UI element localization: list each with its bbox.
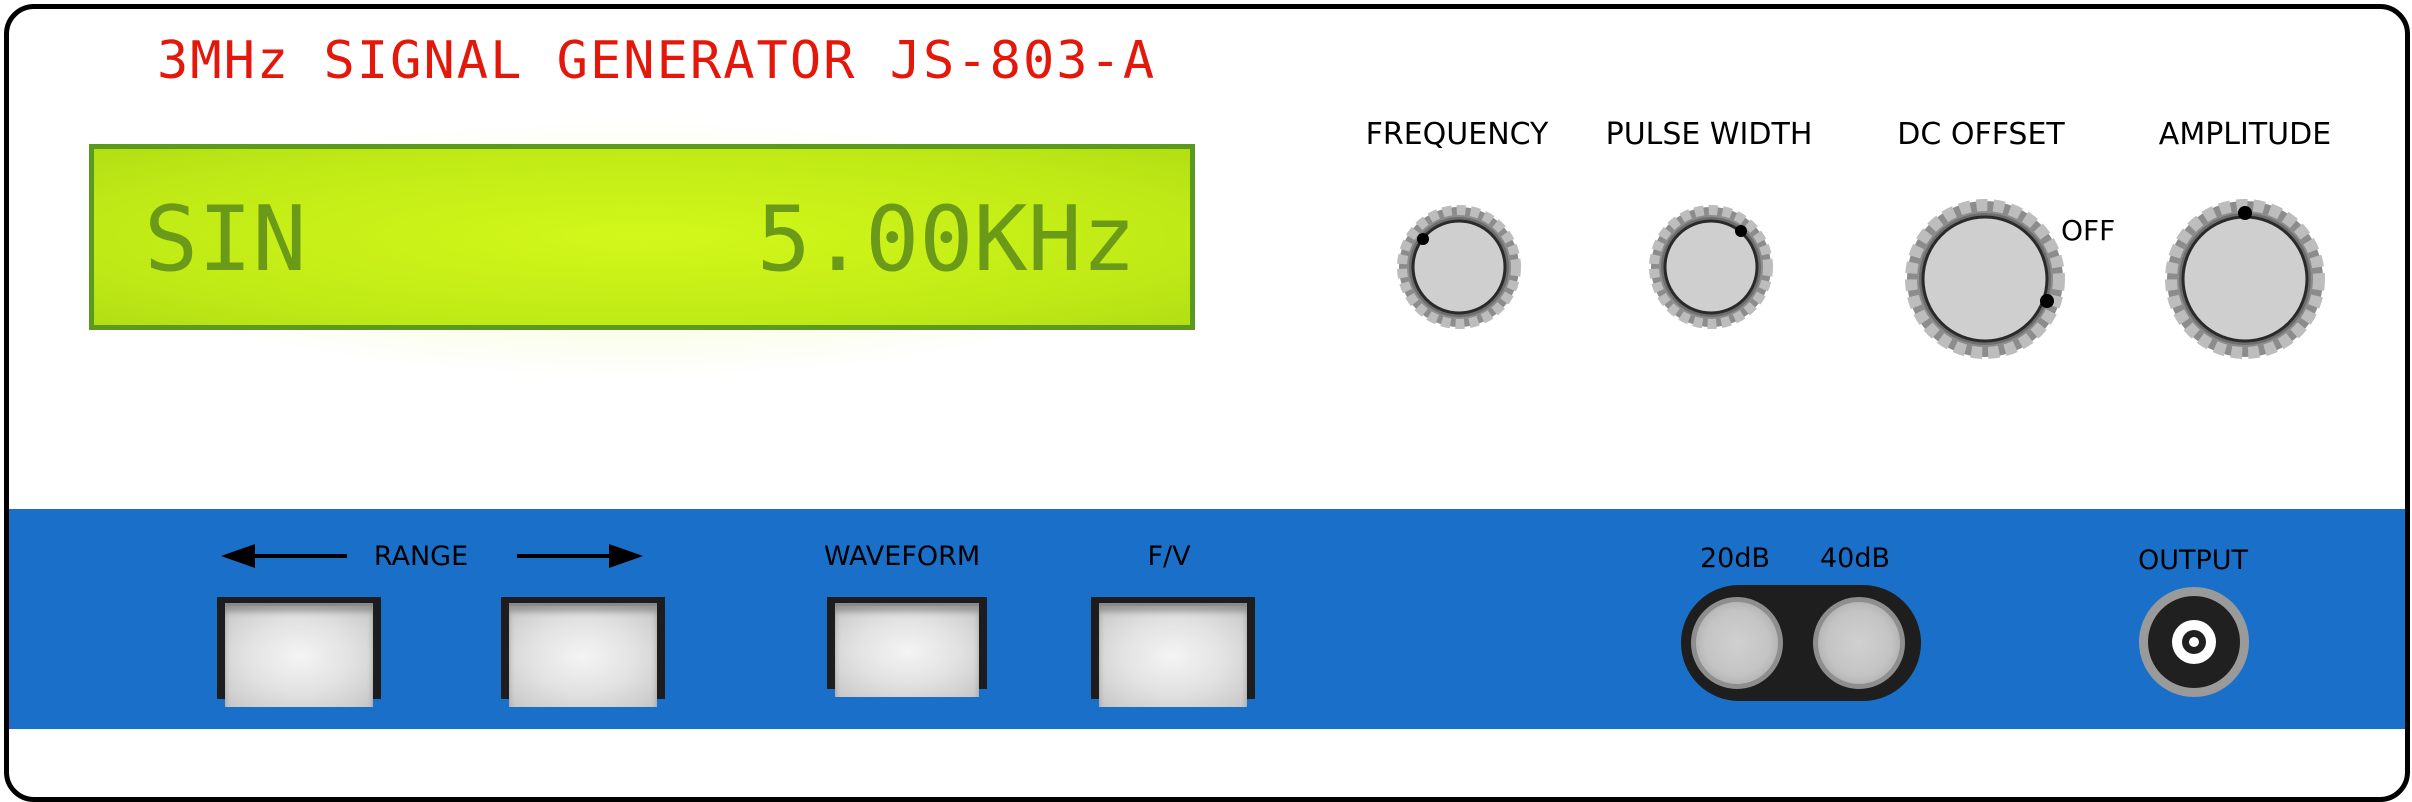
amplitude-knob[interactable] (2165, 199, 2325, 359)
att-20db-label: 20dB (1699, 543, 1771, 574)
pulse-width-knob-label: PULSE WIDTH (1605, 117, 1813, 152)
waveform-button[interactable] (827, 597, 987, 697)
arrow-left-icon (221, 544, 347, 568)
range-up-button[interactable] (501, 597, 665, 707)
amplitude-knob-label: AMPLITUDE (2158, 117, 2332, 152)
att-20db-button[interactable] (1691, 597, 1783, 689)
output-label: OUTPUT (2137, 545, 2249, 576)
dc-offset-off-label: OFF (2061, 214, 2116, 247)
dc-offset-knob-label: DC OFFSET (1897, 117, 2065, 152)
device-title: 3MHz SIGNAL GENERATOR JS-803-A (157, 31, 1157, 91)
waveform-label: WAVEFORM (823, 541, 981, 572)
attenuator-housing (1681, 585, 1921, 701)
output-jack-icon[interactable] (2137, 585, 2251, 699)
lcd-waveform-readout: SIN (144, 187, 307, 292)
arrow-right-icon (517, 544, 643, 568)
knob-indicator-dot (1417, 233, 1429, 245)
pulse-width-knob[interactable] (1649, 205, 1773, 329)
fv-button[interactable] (1091, 597, 1255, 707)
range-down-button[interactable] (217, 597, 381, 707)
lcd-frequency-readout: 5.00KHz (756, 187, 1136, 292)
fv-label: F/V (1147, 541, 1191, 572)
att-40db-label: 40dB (1819, 543, 1891, 574)
frequency-knob[interactable] (1397, 205, 1521, 329)
att-40db-button[interactable] (1813, 597, 1905, 689)
generator-front-panel: 3MHz SIGNAL GENERATOR JS-803-A SIN 5.00K… (4, 4, 2410, 802)
frequency-knob-label: FREQUENCY (1365, 117, 1549, 152)
lcd-display: SIN 5.00KHz (89, 144, 1195, 330)
dc-offset-knob[interactable] (1905, 199, 2065, 359)
range-label: RANGE (373, 541, 469, 572)
